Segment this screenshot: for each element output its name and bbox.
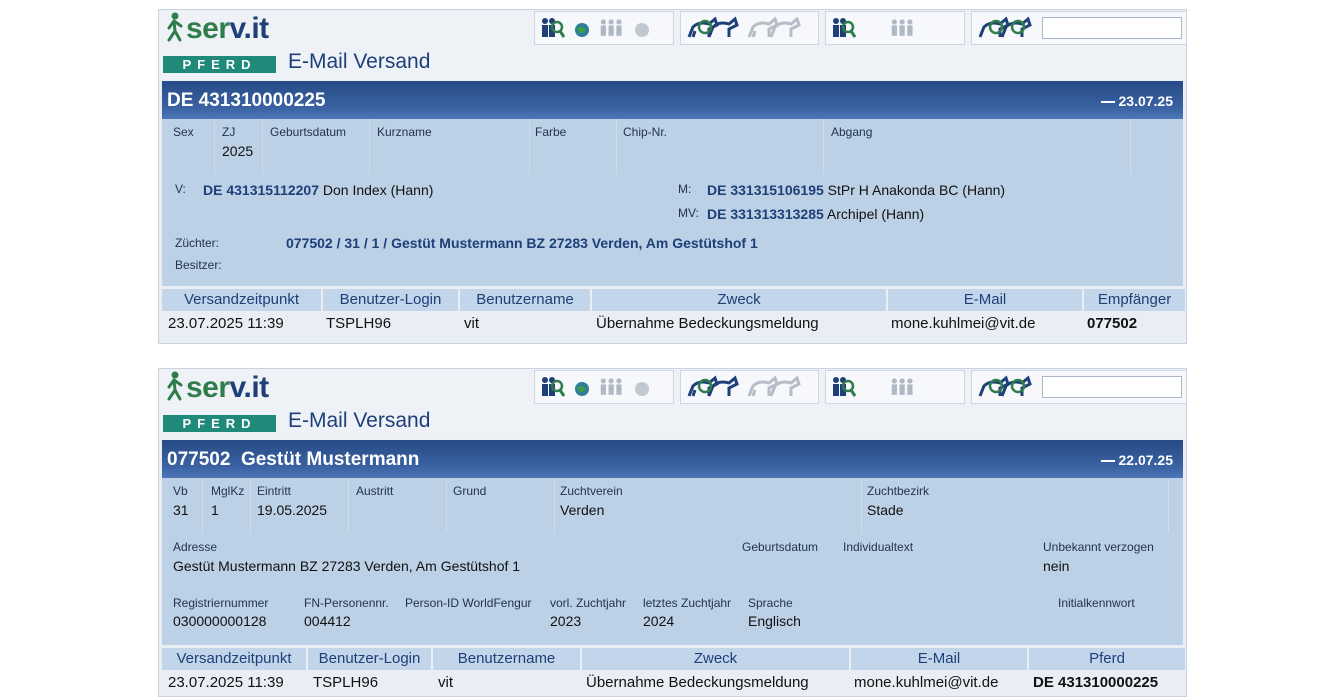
pferd-badge: PFERD [163, 415, 276, 432]
dam-sire[interactable]: DE 331313313285 Archipel (Hann) [707, 206, 924, 222]
recipient-link[interactable]: 077502 [1087, 315, 1137, 332]
title-date: 23.07.25 [1100, 93, 1173, 109]
horse-email-panel: serv.it PFERD E-Mail Versand DE 43131000… [158, 9, 1187, 344]
person-tools-2 [825, 11, 965, 45]
horse-id-title: DE 431310000225 [167, 90, 326, 111]
title-date: 22.07.25 [1100, 452, 1173, 468]
group-gray-icon[interactable] [599, 15, 625, 41]
globe-icon[interactable] [569, 15, 595, 41]
group-search-icon[interactable] [539, 374, 565, 400]
email-table-header: Versandzeitpunkt Benutzer-Login Benutzer… [162, 648, 1185, 670]
toolbar [534, 11, 1187, 45]
arrow-icon [1100, 460, 1115, 462]
horses-search-icon[interactable] [976, 374, 1036, 400]
servit-logo: serv.it [165, 371, 269, 405]
group-search-icon[interactable] [830, 15, 856, 41]
walking-man-icon [167, 371, 183, 401]
breeder-value[interactable]: 077502 / 31 / 1 / Gestüt Mustermann BZ 2… [286, 235, 758, 251]
globe-icon[interactable] [569, 374, 595, 400]
horse-search-tools [971, 11, 1187, 45]
membership-row: Vb 31 MglKz 1 Eintritt 19.05.2025 Austritt … [162, 478, 1183, 535]
person-title: 077502 Gestüt Mustermann [167, 449, 420, 470]
sire[interactable]: DE 431315112207 Don Index (Hann) [203, 182, 433, 198]
address-row: Adresse Gestüt Mustermann BZ 27283 Verde… [162, 533, 1183, 591]
horse-tools [680, 370, 819, 404]
person-title-bar: 077502 Gestüt Mustermann 22.07.25 [162, 440, 1183, 478]
email-table-header: Versandzeitpunkt Benutzer-Login Benutzer… [162, 289, 1185, 311]
group-search-icon[interactable] [830, 374, 856, 400]
horses-search-icon[interactable] [685, 15, 741, 41]
pedigree-row: V: DE 431315112207 Don Index (Hann) M: D… [162, 174, 1183, 232]
globe-gray-icon[interactable] [629, 15, 655, 41]
horse-title-bar: DE 431310000225 23.07.25 [162, 81, 1183, 119]
servit-logo: serv.it [165, 12, 269, 46]
table-row[interactable]: 23.07.2025 11:39 TSPLH96 vit Übernahme B… [162, 672, 1183, 696]
app-header: serv.it PFERD E-Mail Versand [159, 369, 1187, 439]
group-search-icon[interactable] [539, 15, 565, 41]
registration-row: Registriernummer 030000000128 FN-Persone… [162, 589, 1183, 647]
horse-search-tools [971, 370, 1187, 404]
person-tools [534, 11, 674, 45]
group-gray-icon[interactable] [890, 374, 916, 400]
person-tools-2 [825, 370, 965, 404]
breeder-row: Züchter: 077502 / 31 / 1 / Gestüt Muster… [162, 230, 1183, 288]
page-title: E-Mail Versand [288, 409, 431, 432]
table-row[interactable]: 23.07.2025 11:39 TSPLH96 vit Übernahme B… [162, 313, 1183, 337]
horse-link[interactable]: DE 431310000225 [1033, 674, 1158, 691]
page-title: E-Mail Versand [288, 50, 431, 73]
person-tools [534, 370, 674, 404]
horses-gray-icon[interactable] [745, 374, 805, 400]
person-email-panel: serv.it PFERD E-Mail Versand 077502 Gest… [158, 368, 1187, 697]
search-input[interactable] [1042, 376, 1182, 398]
horse-info-row: Sex ZJ 2025 Geburtsdatum Kurzname Farbe C… [162, 119, 1183, 176]
horses-search-icon[interactable] [976, 15, 1036, 41]
address-value: Gestüt Mustermann BZ 27283 Verden, Am Ge… [173, 558, 521, 574]
horses-gray-icon[interactable] [745, 15, 805, 41]
app-header: serv.it PFERD E-Mail Versand [159, 10, 1187, 80]
toolbar [534, 370, 1187, 404]
arrow-icon [1100, 101, 1115, 103]
pferd-badge: PFERD [163, 56, 276, 73]
group-gray-icon[interactable] [890, 15, 916, 41]
group-gray-icon[interactable] [599, 374, 625, 400]
dam[interactable]: DE 331315106195 StPr H Anakonda BC (Hann… [707, 182, 1005, 198]
walking-man-icon [167, 12, 183, 42]
zj-value: 2025 [222, 143, 254, 159]
globe-gray-icon[interactable] [629, 374, 655, 400]
horse-tools [680, 11, 819, 45]
horses-search-icon[interactable] [685, 374, 741, 400]
search-input[interactable] [1042, 17, 1182, 39]
